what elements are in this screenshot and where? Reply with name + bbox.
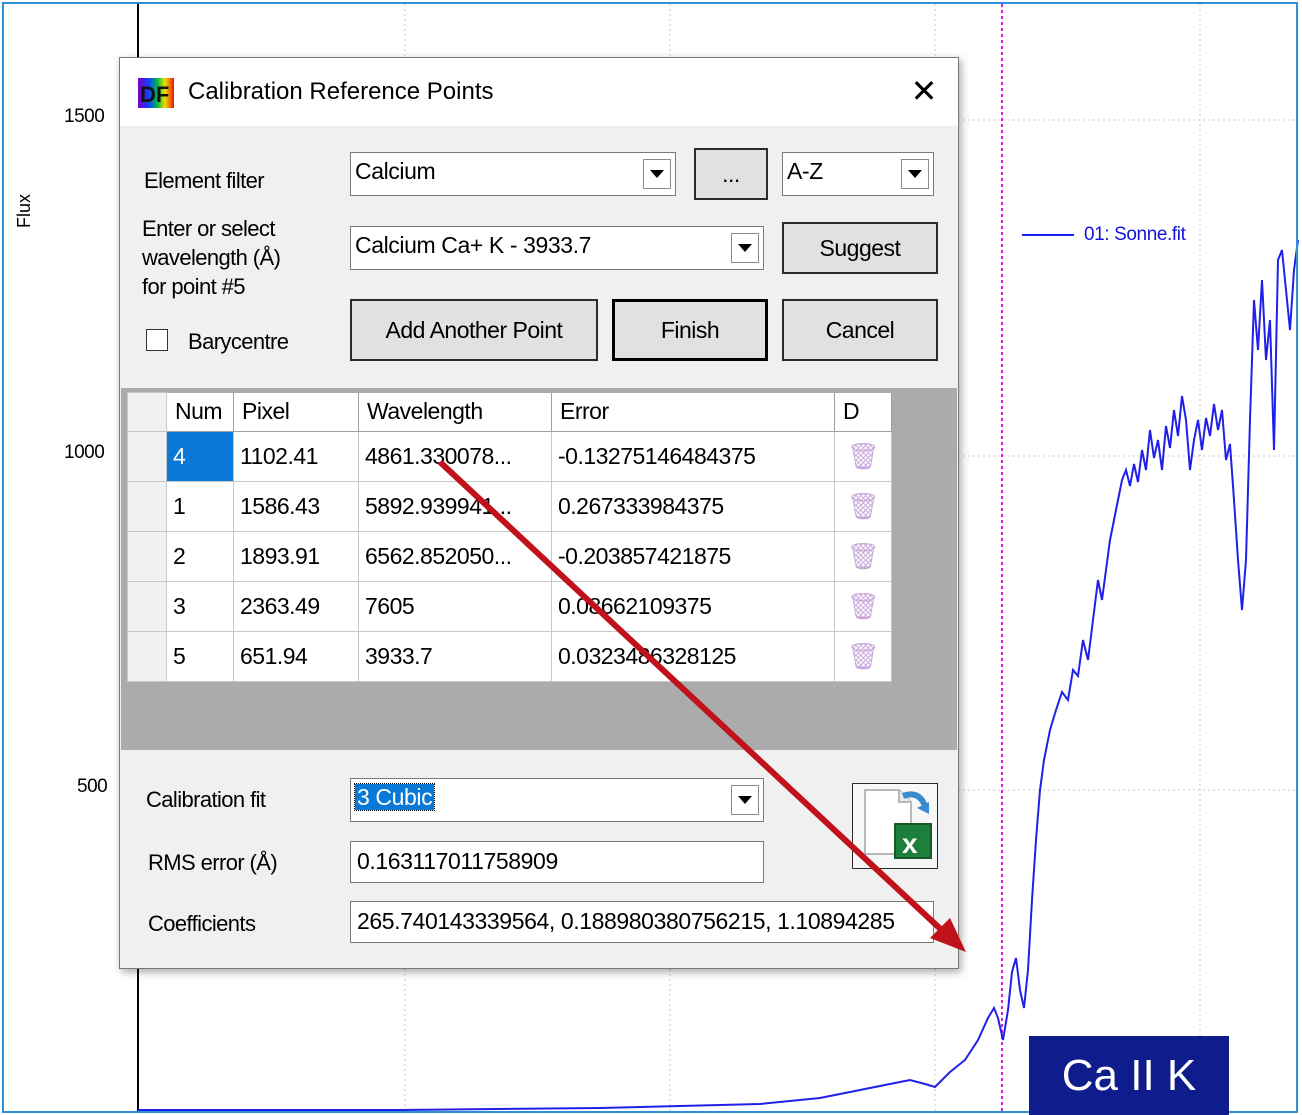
cell-pixel[interactable]: 1893.91 (233, 531, 359, 582)
delete-row-button[interactable]: 🗑 (834, 581, 892, 632)
row-header[interactable] (127, 531, 167, 582)
cell-pixel[interactable]: 1102.41 (233, 431, 359, 482)
calibration-fit-label: Calibration fit (146, 787, 266, 812)
cell-wavelength[interactable]: 7605 (358, 581, 552, 632)
reference-points-grid-area: Num Pixel Wavelength Error D 4 1102.41 4… (121, 388, 957, 750)
trash-icon[interactable]: 🗑 (847, 541, 880, 571)
wavelength-label-line-2: wavelength (Å) (142, 245, 281, 270)
trash-icon[interactable]: 🗑 (847, 491, 880, 521)
rms-error-field[interactable]: 0.163117011758909 (350, 841, 764, 883)
chart-legend: 01: Sonne.fit (1022, 224, 1186, 246)
cell-wavelength[interactable]: 3933.7 (358, 631, 552, 682)
cell-error[interactable]: 0.267333984375 (551, 481, 835, 532)
suggest-button[interactable]: Suggest (782, 222, 938, 274)
column-header-num[interactable]: Num (166, 392, 234, 432)
cell-error[interactable]: -0.13275146484375 (551, 431, 835, 482)
y-tick-1500: 1500 (64, 106, 105, 127)
app-icon: DF (138, 78, 174, 108)
element-filter-label: Element filter (144, 168, 265, 193)
column-header-pixel[interactable]: Pixel (233, 392, 359, 432)
svg-text:x: x (902, 828, 918, 859)
legend-label: 01: Sonne.fit (1084, 224, 1186, 245)
sort-order-select[interactable]: A-Z (782, 152, 934, 196)
wavelength-value: Calcium Ca+ K - 3933.7 (355, 232, 592, 258)
y-axis-label: Flux (14, 193, 34, 228)
wavelength-label-line-1: Enter or select (142, 216, 275, 241)
cell-pixel[interactable]: 1586.43 (233, 481, 359, 532)
sort-order-value: A-Z (787, 158, 823, 184)
svg-text:DF: DF (140, 82, 169, 107)
y-tick-500: 500 (77, 776, 108, 797)
ca-ii-k-annotation: Ca II K (1029, 1036, 1229, 1115)
cell-wavelength[interactable]: 6562.852050... (358, 531, 552, 582)
dialog-titlebar[interactable]: DF Calibration Reference Points ✕ (120, 58, 958, 126)
calibration-dialog: DF Calibration Reference Points ✕ Elemen… (119, 57, 959, 969)
column-header-error[interactable]: Error (551, 392, 835, 432)
y-tick-1000: 1000 (64, 442, 105, 463)
cell-error[interactable]: -0.203857421875 (551, 531, 835, 582)
row-header[interactable] (127, 481, 167, 532)
cell-wavelength[interactable]: 4861.330078... (358, 431, 552, 482)
grid-header-row: Num Pixel Wavelength Error D (127, 392, 892, 432)
coefficients-label: Coefficients (148, 911, 256, 936)
cell-num[interactable]: 5 (166, 631, 234, 682)
cell-num[interactable]: 1 (166, 481, 234, 532)
export-excel-button[interactable]: x (852, 783, 938, 869)
barycentre-checkbox[interactable] (146, 329, 168, 351)
reference-points-grid[interactable]: Num Pixel Wavelength Error D 4 1102.41 4… (127, 392, 892, 682)
wavelength-label-line-3: for point #5 (142, 274, 245, 299)
cell-error[interactable]: 0.08662109375 (551, 581, 835, 632)
column-header-delete[interactable]: D (834, 392, 892, 432)
close-button[interactable]: ✕ (904, 72, 944, 112)
table-row[interactable]: 1 1586.43 5892.939941... 0.267333984375 … (127, 481, 892, 532)
calibration-fit-value: 3 Cubic (353, 783, 436, 811)
delete-row-button[interactable]: 🗑 (834, 431, 892, 482)
delete-row-button[interactable]: 🗑 (834, 631, 892, 682)
element-filter-select[interactable]: Calcium (350, 152, 676, 196)
cell-wavelength[interactable]: 5892.939941... (358, 481, 552, 532)
element-filter-value: Calcium (355, 158, 436, 184)
table-row[interactable]: 4 1102.41 4861.330078... -0.132751464843… (127, 431, 892, 482)
delete-row-button[interactable]: 🗑 (834, 531, 892, 582)
row-header[interactable] (127, 431, 167, 482)
delete-row-button[interactable]: 🗑 (834, 481, 892, 532)
table-row[interactable]: 3 2363.49 7605 0.08662109375 🗑 (127, 581, 892, 632)
column-header-wavelength[interactable]: Wavelength (358, 392, 552, 432)
wavelength-select[interactable]: Calcium Ca+ K - 3933.7 (350, 226, 764, 270)
cell-error[interactable]: 0.0323486328125 (551, 631, 835, 682)
cell-num[interactable]: 3 (166, 581, 234, 632)
table-row[interactable]: 5 651.94 3933.7 0.0323486328125 🗑 (127, 631, 892, 682)
browse-button[interactable]: ... (694, 148, 768, 200)
excel-export-icon: x (864, 789, 932, 859)
chevron-down-icon[interactable] (643, 159, 671, 189)
trash-icon[interactable]: 🗑 (847, 441, 880, 471)
calibration-fit-select[interactable]: 3 Cubic (350, 778, 764, 822)
cell-num[interactable]: 2 (166, 531, 234, 582)
finish-button[interactable]: Finish (612, 299, 768, 361)
cancel-button[interactable]: Cancel (782, 299, 938, 361)
grid-corner-cell (127, 392, 167, 432)
cell-num[interactable]: 4 (166, 431, 234, 482)
legend-swatch (1022, 234, 1074, 236)
chevron-down-icon[interactable] (901, 159, 929, 189)
barycentre-label: Barycentre (188, 329, 289, 354)
cell-pixel[interactable]: 651.94 (233, 631, 359, 682)
row-header[interactable] (127, 631, 167, 682)
dialog-title: Calibration Reference Points (188, 78, 494, 105)
table-row[interactable]: 2 1893.91 6562.852050... -0.203857421875… (127, 531, 892, 582)
coefficients-field[interactable]: 265.740143339564, 0.188980380756215, 1.1… (350, 901, 934, 943)
chevron-down-icon[interactable] (731, 233, 759, 263)
chevron-down-icon[interactable] (731, 785, 759, 815)
cell-pixel[interactable]: 2363.49 (233, 581, 359, 632)
add-another-point-button[interactable]: Add Another Point (350, 299, 598, 361)
rms-error-label: RMS error (Å) (148, 850, 278, 875)
trash-icon[interactable]: 🗑 (847, 641, 880, 671)
trash-icon[interactable]: 🗑 (847, 591, 880, 621)
row-header[interactable] (127, 581, 167, 632)
